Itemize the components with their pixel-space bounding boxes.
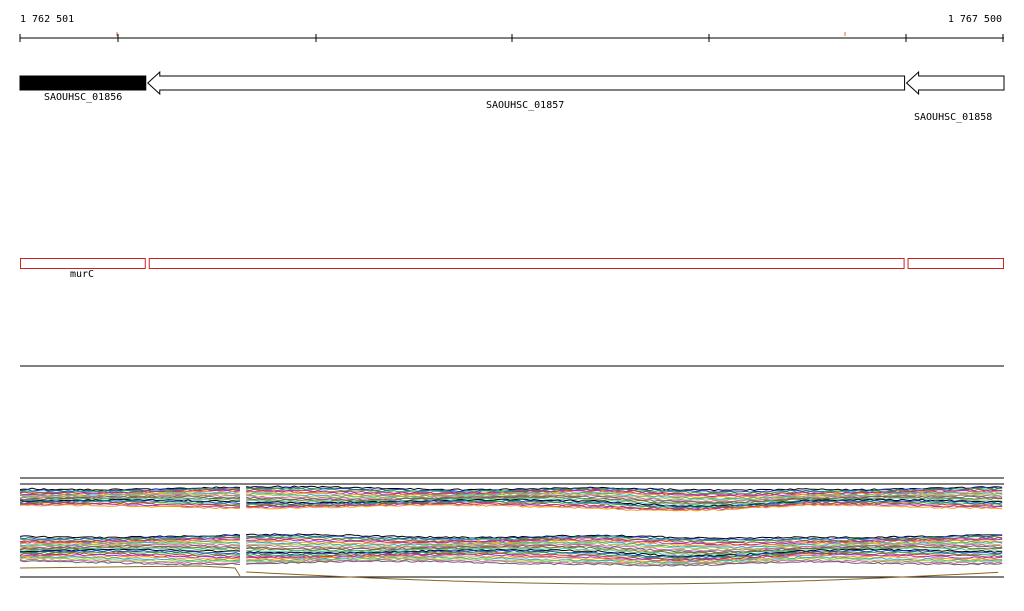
gene-track <box>19 70 1005 96</box>
coordinate-ruler <box>19 32 1004 42</box>
genome-browser-view <box>19 32 1005 585</box>
gene-label-saouhsc-01856[interactable]: SAOUHSC_01856 <box>44 92 122 104</box>
coverage-low-trace <box>246 571 999 585</box>
gene-arrow-saouhsc-01857[interactable] <box>147 70 906 96</box>
coverage-plot <box>19 477 1004 585</box>
coverage-low-trace-left <box>19 565 241 577</box>
gene-label-saouhsc-01858[interactable]: SAOUHSC_01858 <box>914 112 992 124</box>
feature-box-murC[interactable] <box>20 258 146 269</box>
gene-arrow-saouhsc-01856[interactable] <box>19 75 147 91</box>
feature-track <box>20 258 1004 269</box>
ruler-end-label: 1 767 500 <box>947 14 1002 25</box>
feature-box-region-2[interactable] <box>907 258 1004 269</box>
feature-box-region-1[interactable] <box>148 258 905 269</box>
ruler-start-label: 1 762 501 <box>20 14 75 25</box>
gene-label-saouhsc-01857[interactable]: SAOUHSC_01857 <box>486 100 564 112</box>
gene-arrow-saouhsc-01858[interactable] <box>905 70 1005 96</box>
feature-label-murc[interactable]: murC <box>70 269 94 281</box>
